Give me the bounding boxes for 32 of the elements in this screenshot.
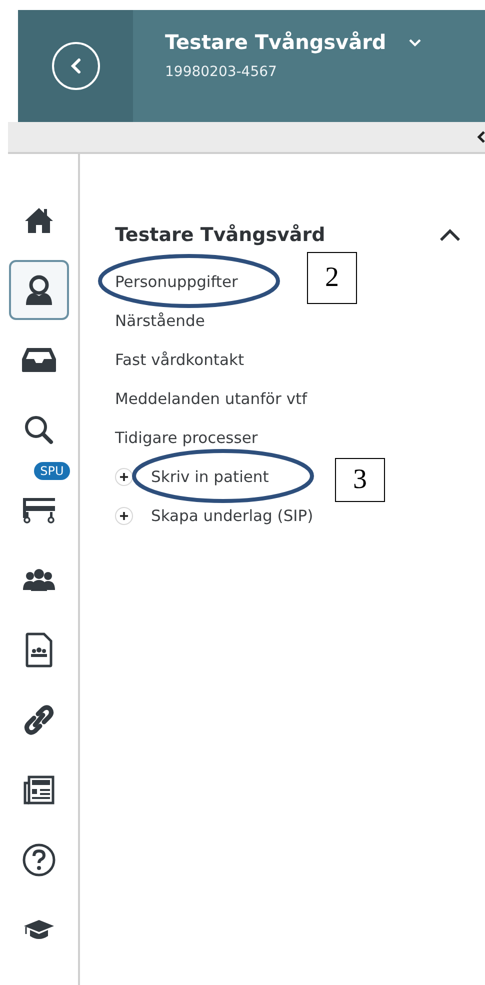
- section-title: Testare Tvångsvård: [115, 224, 326, 246]
- add-button[interactable]: [115, 468, 133, 486]
- sidebar-item[interactable]: [9, 260, 69, 320]
- plus-icon: [120, 512, 128, 520]
- menu-link[interactable]: Tidigare processer: [115, 428, 258, 446]
- chevron-left-icon[interactable]: [477, 130, 485, 144]
- document-icon: [25, 632, 53, 668]
- graduation-cap-icon: [23, 919, 55, 941]
- menu-link[interactable]: Meddelanden utanför vtf: [115, 390, 308, 408]
- patient-name: Testare Tvångsvård: [165, 30, 386, 54]
- link-icon: [24, 704, 54, 736]
- help-icon: [22, 843, 56, 877]
- newspaper-icon: [23, 775, 55, 805]
- back-button[interactable]: [52, 42, 100, 90]
- group-icon: [22, 568, 56, 592]
- bed-icon: [20, 496, 57, 524]
- inbox-icon: [21, 347, 57, 373]
- annotation-number: 2: [307, 252, 357, 304]
- collapse-toggle[interactable]: [439, 228, 461, 242]
- annotation-number: 3: [335, 458, 385, 502]
- chevron-down-icon[interactable]: [408, 38, 422, 46]
- add-button[interactable]: [115, 506, 133, 524]
- plus-icon: [120, 472, 128, 480]
- menu-link[interactable]: Närstående: [115, 312, 205, 330]
- person-icon: [24, 274, 54, 306]
- search-icon: [24, 415, 54, 445]
- home-icon: [24, 206, 54, 234]
- menu-link[interactable]: Fast vårdkontakt: [115, 350, 244, 368]
- patient-id: 19980203-4567: [165, 64, 278, 80]
- action-link[interactable]: Skapa underlag (SIP): [151, 506, 314, 524]
- sidebar-badge: SPU: [34, 462, 70, 480]
- chevron-left-icon: [68, 57, 82, 75]
